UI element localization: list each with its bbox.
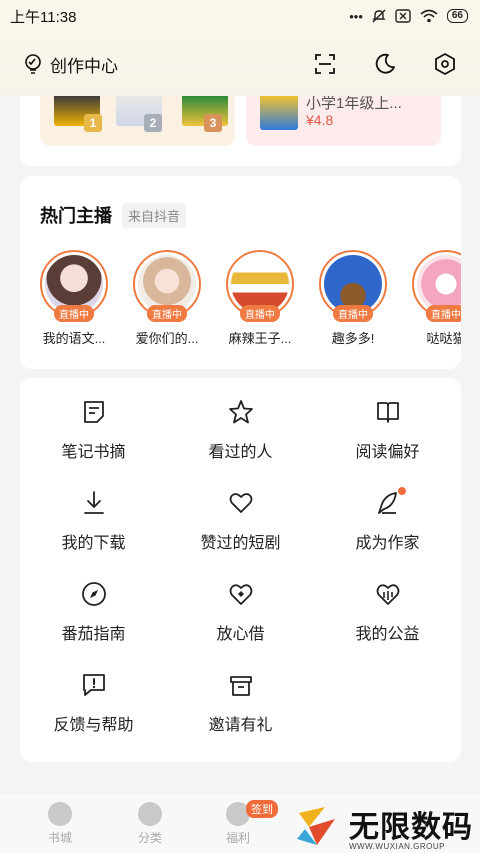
download-icon — [83, 491, 104, 514]
menu-label: 我的下载 — [61, 535, 126, 552]
menu-grid: 笔记书摘 看过的人 阅读偏好 我的下载 赞过的短剧 成为作家 番茄指南 放心借 … — [20, 378, 461, 762]
nav-label: 福利 — [225, 831, 250, 845]
live-badge: 直播中 — [240, 305, 280, 322]
settings-button[interactable] — [432, 51, 458, 77]
menu-label: 邀请有礼 — [208, 717, 273, 734]
status-bar: 上午11:38 ••• 66 — [0, 0, 480, 32]
menu-item-invite[interactable]: 邀请有礼 — [167, 651, 314, 734]
menu-item-feedback[interactable]: 反馈与帮助 — [20, 651, 167, 734]
ranked-books-promo[interactable]: 1 2 3 — [40, 96, 235, 146]
scan-button[interactable] — [312, 51, 338, 77]
menu-item-reading-prefs[interactable]: 阅读偏好 — [314, 378, 461, 461]
hosts-title: 热门主播 — [40, 206, 112, 226]
book-promo-card: 1 2 3 小学1年级上... ¥4.8 — [20, 96, 461, 166]
menu-item-become-writer[interactable]: 成为作家 — [314, 469, 461, 552]
host-item[interactable]: 直播中 我的语文... — [34, 250, 114, 347]
host-item[interactable]: 直播中 哒哒猫 — [406, 250, 461, 347]
menu-item-guide[interactable]: 番茄指南 — [20, 560, 167, 643]
menu-label: 看过的人 — [208, 444, 273, 461]
host-item[interactable]: 直播中 麻辣王子... — [220, 250, 300, 347]
menu-label: 赞过的短剧 — [200, 535, 281, 552]
watermark: 无限数码 WWW.WUXIAN.GROUP — [295, 800, 480, 853]
sim-x-icon — [395, 9, 411, 23]
featured-book-price: ¥4.8 — [306, 112, 334, 128]
host-name: 趣多多! — [331, 331, 375, 346]
featured-book-promo[interactable]: 小学1年级上... ¥4.8 — [246, 96, 441, 146]
heart-shield-icon — [229, 584, 252, 605]
host-name: 爱你们的... — [135, 331, 199, 346]
compass-nav-icon — [48, 802, 72, 826]
notification-dot — [397, 487, 406, 495]
mute-icon — [372, 9, 386, 23]
host-name: 麻辣王子... — [228, 331, 292, 346]
menu-item-loan[interactable]: 放心借 — [167, 560, 314, 643]
night-mode-button[interactable] — [372, 51, 398, 77]
watermark-title: 无限数码 — [349, 811, 473, 844]
pen-icon — [377, 492, 397, 514]
live-badge: 直播中 — [54, 305, 94, 322]
header: 创作中心 — [0, 32, 480, 96]
watermark-logo-icon — [297, 806, 335, 845]
live-badge: 直播中 — [426, 305, 461, 322]
host-name: 哒哒猫 — [426, 331, 461, 346]
charity-heart-icon — [376, 584, 399, 605]
header-title: 创作中心 — [50, 56, 118, 76]
menu-label: 笔记书摘 — [61, 444, 126, 461]
menu-label: 反馈与帮助 — [53, 717, 134, 734]
rank-badge-1: 1 — [84, 114, 102, 132]
more-dots-icon: ••• — [349, 8, 363, 24]
star-icon — [228, 400, 253, 424]
feedback-icon — [82, 674, 105, 696]
menu-item-downloads[interactable]: 我的下载 — [20, 469, 167, 552]
gift-icon — [229, 676, 252, 696]
nav-label: 书城 — [47, 831, 72, 845]
nav-welfare[interactable]: 福利 签到 — [208, 800, 278, 846]
hot-hosts-section: 热门主播 来自抖音 直播中 我的语文... 直播中 爱你们的... 直播中 麻辣… — [20, 176, 461, 369]
menu-item-charity[interactable]: 我的公益 — [314, 560, 461, 643]
status-time: 上午11:38 — [10, 8, 77, 26]
menu-label: 放心借 — [216, 626, 265, 643]
menu-label: 成为作家 — [355, 535, 420, 552]
rank-badge-2: 2 — [144, 114, 162, 132]
live-badge: 直播中 — [147, 305, 187, 322]
nav-category[interactable]: 分类 — [120, 802, 180, 846]
nav-label: 分类 — [137, 831, 162, 845]
bulb-icon — [25, 54, 41, 74]
note-icon — [83, 401, 104, 423]
menu-item-viewers[interactable]: 看过的人 — [167, 378, 314, 461]
featured-book-cover — [260, 96, 298, 130]
battery-indicator: 66 — [446, 9, 468, 23]
menu-label: 番茄指南 — [61, 626, 126, 643]
grid-nav-icon — [138, 802, 162, 826]
checkin-badge: 签到 — [246, 800, 278, 818]
settings-hex-icon — [435, 53, 455, 75]
book-icon — [376, 402, 399, 423]
menu-item-notes[interactable]: 笔记书摘 — [20, 378, 167, 461]
wifi-icon — [420, 9, 438, 23]
heart-icon — [229, 493, 252, 513]
creator-center-link[interactable]: 创作中心 — [22, 52, 118, 77]
moon-icon — [375, 53, 395, 74]
menu-label: 我的公益 — [355, 626, 420, 643]
compass-icon — [81, 582, 106, 606]
host-item[interactable]: 直播中 趣多多! — [313, 250, 393, 347]
host-name: 我的语文... — [42, 331, 106, 346]
nav-bookstore[interactable]: 书城 — [30, 802, 90, 846]
host-item[interactable]: 直播中 爱你们的... — [127, 250, 207, 347]
live-badge: 直播中 — [333, 305, 373, 322]
menu-label: 阅读偏好 — [355, 444, 420, 461]
rank-badge-3: 3 — [204, 114, 222, 132]
featured-book-title: 小学1年级上... — [306, 96, 402, 112]
scan-icon — [315, 54, 335, 74]
status-icons: ••• 66 — [349, 9, 468, 24]
menu-item-liked-dramas[interactable]: 赞过的短剧 — [167, 469, 314, 552]
hosts-source-tag: 来自抖音 — [122, 202, 187, 228]
